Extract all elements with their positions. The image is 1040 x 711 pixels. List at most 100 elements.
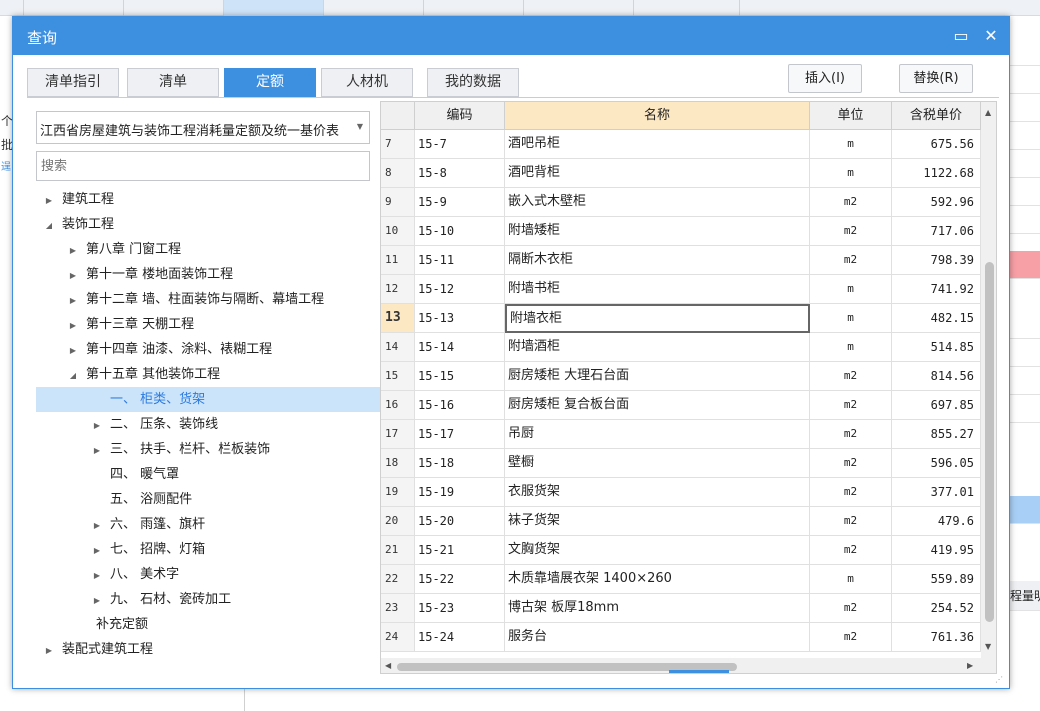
cell-unit[interactable]: m — [810, 304, 892, 333]
column-header-unit[interactable]: 单位 — [810, 102, 892, 130]
row-number[interactable]: 24 — [381, 623, 415, 652]
scroll-down-icon[interactable]: ▼ — [985, 642, 991, 651]
cell-name[interactable]: 附墙衣柜 — [505, 304, 810, 333]
cell-unit[interactable]: m2 — [810, 478, 892, 507]
row-number[interactable]: 9 — [381, 188, 415, 217]
cell-name[interactable]: 文胸货架 — [505, 536, 810, 565]
cell-code[interactable]: 15-14 — [415, 333, 505, 362]
cell-code[interactable]: 15-20 — [415, 507, 505, 536]
tree-node[interactable]: ▶ 第十二章 墙、柱面装饰与隔断、幕墙工程 — [36, 287, 380, 312]
cell-price[interactable]: 761.36 — [892, 623, 981, 652]
cell-unit[interactable]: m2 — [810, 623, 892, 652]
table-row[interactable]: 7 15-7 酒吧吊柜 m 675.56 — [381, 130, 981, 159]
tree-node[interactable]: ▶ 第八章 门窗工程 — [36, 237, 380, 262]
cell-price[interactable]: 419.95 — [892, 536, 981, 565]
cell-unit[interactable]: m2 — [810, 188, 892, 217]
cell-code[interactable]: 15-8 — [415, 159, 505, 188]
cell-name[interactable]: 隔断木衣柜 — [505, 246, 810, 275]
cell-price[interactable]: 741.92 — [892, 275, 981, 304]
column-header-price[interactable]: 含税单价 — [892, 102, 981, 130]
collapsed-arrow-icon[interactable]: ▶ — [66, 263, 80, 288]
row-number[interactable]: 10 — [381, 217, 415, 246]
cell-price[interactable]: 798.39 — [892, 246, 981, 275]
cell-name[interactable]: 附墙矮柜 — [505, 217, 810, 246]
vertical-scroll-thumb[interactable] — [985, 262, 994, 622]
cell-name[interactable]: 酒吧吊柜 — [505, 130, 810, 159]
cell-code[interactable]: 15-22 — [415, 565, 505, 594]
cell-price[interactable]: 596.05 — [892, 449, 981, 478]
collapsed-arrow-icon[interactable]: ▶ — [90, 513, 104, 538]
cell-name[interactable]: 附墙书柜 — [505, 275, 810, 304]
cell-unit[interactable]: m — [810, 275, 892, 304]
tree-node[interactable]: ▶ 装配式建筑工程 — [36, 637, 380, 662]
collapsed-arrow-icon[interactable]: ▶ — [66, 288, 80, 313]
tree-node[interactable]: ◢ 装饰工程 — [36, 212, 380, 237]
cell-code[interactable]: 15-15 — [415, 362, 505, 391]
cell-code[interactable]: 15-16 — [415, 391, 505, 420]
tree-node[interactable]: ▶ 七、 招牌、灯箱 — [36, 537, 380, 562]
scroll-up-icon[interactable]: ▲ — [985, 108, 991, 117]
row-number[interactable]: 18 — [381, 449, 415, 478]
cell-code[interactable]: 15-10 — [415, 217, 505, 246]
tab-my-data[interactable]: 我的数据 — [427, 68, 519, 97]
collapsed-arrow-icon[interactable]: ▶ — [66, 238, 80, 263]
close-icon[interactable]: ✕ — [981, 26, 1001, 46]
background-tab[interactable] — [124, 0, 224, 16]
row-number[interactable]: 11 — [381, 246, 415, 275]
collapsed-arrow-icon[interactable]: ▶ — [42, 188, 56, 213]
table-row[interactable]: 20 15-20 袜子货架 m2 479.6 — [381, 507, 981, 536]
table-row[interactable]: 24 15-24 服务台 m2 761.36 — [381, 623, 981, 652]
cell-name[interactable]: 服务台 — [505, 623, 810, 652]
scroll-left-icon[interactable]: ◀ — [385, 661, 391, 670]
panel-splitter-handle[interactable] — [669, 670, 729, 673]
column-header-code[interactable]: 编码 — [415, 102, 505, 130]
table-row[interactable]: 21 15-21 文胸货架 m2 419.95 — [381, 536, 981, 565]
tree-node[interactable]: ▶ 第十一章 楼地面装饰工程 — [36, 262, 380, 287]
cell-code[interactable]: 15-11 — [415, 246, 505, 275]
table-row[interactable]: 18 15-18 壁橱 m2 596.05 — [381, 449, 981, 478]
cell-name[interactable]: 厨房矮柜 大理石台面 — [505, 362, 810, 391]
tree-node[interactable]: ▶ 第十三章 天棚工程 — [36, 312, 380, 337]
cell-code[interactable]: 15-7 — [415, 130, 505, 159]
column-header-name[interactable]: 名称 — [505, 102, 810, 130]
collapsed-arrow-icon[interactable]: ▶ — [90, 438, 104, 463]
tree-node[interactable]: ▶ 建筑工程 — [36, 187, 380, 212]
background-tab[interactable] — [24, 0, 124, 16]
row-number[interactable]: 12 — [381, 275, 415, 304]
row-number[interactable]: 14 — [381, 333, 415, 362]
cell-name[interactable]: 吊厨 — [505, 420, 810, 449]
cell-price[interactable]: 592.96 — [892, 188, 981, 217]
insert-button[interactable]: 插入(I) — [788, 64, 862, 93]
cell-name[interactable]: 袜子货架 — [505, 507, 810, 536]
cell-unit[interactable]: m2 — [810, 536, 892, 565]
table-row[interactable]: 23 15-23 博古架 板厚18mm m2 254.52 — [381, 594, 981, 623]
row-number[interactable]: 7 — [381, 130, 415, 159]
expanded-arrow-icon[interactable]: ◢ — [42, 213, 56, 238]
cell-unit[interactable]: m2 — [810, 217, 892, 246]
vertical-scrollbar[interactable]: ▲ ▼ — [981, 102, 996, 658]
tree-node[interactable]: 一、 柜类、货架 — [36, 387, 380, 412]
tree-node[interactable]: ▶ 第十四章 油漆、涂料、裱糊工程 — [36, 337, 380, 362]
cell-unit[interactable]: m2 — [810, 449, 892, 478]
cell-price[interactable]: 559.89 — [892, 565, 981, 594]
replace-button[interactable]: 替换(R) — [899, 64, 973, 93]
cell-price[interactable]: 482.15 — [892, 304, 981, 333]
cell-name[interactable]: 嵌入式木壁柜 — [505, 188, 810, 217]
cell-name[interactable]: 附墙酒柜 — [505, 333, 810, 362]
quota-library-select[interactable]: 江西省房屋建筑与装饰工程消耗量定额及统一基价表(2017) ▼ — [36, 111, 370, 144]
cell-name[interactable]: 木质靠墙展衣架 1400×260 — [505, 565, 810, 594]
cell-code[interactable]: 15-24 — [415, 623, 505, 652]
row-number[interactable]: 23 — [381, 594, 415, 623]
table-row[interactable]: 19 15-19 衣服货架 m2 377.01 — [381, 478, 981, 507]
resize-grip-icon[interactable]: ⋰ — [995, 675, 1003, 684]
cell-unit[interactable]: m — [810, 333, 892, 362]
cell-price[interactable]: 814.56 — [892, 362, 981, 391]
cell-code[interactable]: 15-21 — [415, 536, 505, 565]
tree-node[interactable]: ▶ 三、 扶手、栏杆、栏板装饰 — [36, 437, 380, 462]
tab-bill-guide[interactable]: 清单指引 — [27, 68, 119, 97]
tree-node[interactable]: ◢ 第十五章 其他装饰工程 — [36, 362, 380, 387]
cell-code[interactable]: 15-13 — [415, 304, 505, 333]
background-tab[interactable] — [324, 0, 424, 16]
cell-price[interactable]: 697.85 — [892, 391, 981, 420]
dialog-titlebar[interactable]: 查询 ▭ ✕ — [13, 17, 1009, 55]
